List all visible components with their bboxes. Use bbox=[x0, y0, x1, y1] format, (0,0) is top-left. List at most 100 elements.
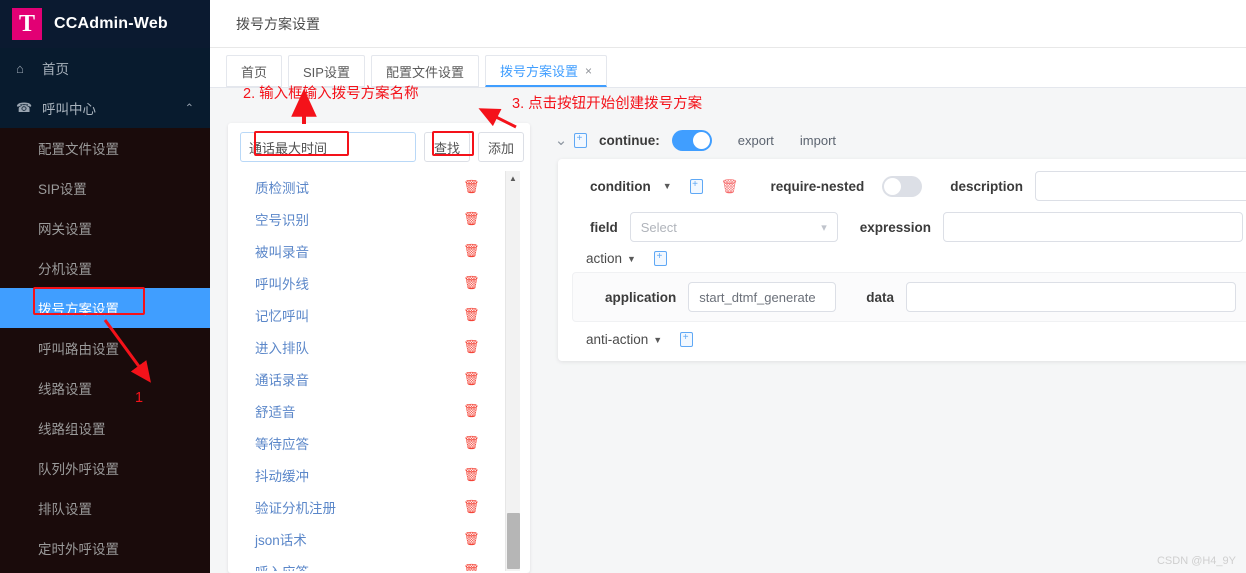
sidebar-item-home[interactable]: ⌂ 首页 bbox=[0, 48, 210, 88]
list-item[interactable]: 验证分机注册 🗑 bbox=[228, 491, 530, 523]
trash-icon[interactable]: 🗑 bbox=[463, 307, 480, 323]
sidebar-item-label: 线路组设置 bbox=[38, 422, 106, 437]
find-button[interactable]: 查找 bbox=[424, 132, 471, 162]
add-button[interactable]: 添加 bbox=[478, 132, 525, 162]
application-input[interactable] bbox=[688, 282, 837, 312]
chevron-up-icon: ⌃ bbox=[184, 102, 194, 115]
trash-icon[interactable]: 🗑 bbox=[463, 211, 480, 227]
condition-delete-icon[interactable]: 🗑 bbox=[721, 178, 739, 195]
sidebar-group-call-center[interactable]: ☎ 呼叫中心 ⌃ bbox=[0, 88, 210, 128]
trash-icon[interactable]: 🗑 bbox=[463, 499, 480, 515]
description-input[interactable] bbox=[1035, 171, 1246, 201]
list-item[interactable]: json话术 🗑 bbox=[228, 523, 530, 555]
dialplan-name[interactable]: 进入排队 bbox=[255, 337, 309, 357]
chevron-down-icon[interactable]: ⌄ bbox=[548, 131, 574, 149]
trash-icon[interactable]: 🗑 bbox=[463, 403, 480, 419]
sidebar-item-label: SIP设置 bbox=[38, 182, 87, 197]
close-icon[interactable]: × bbox=[585, 64, 592, 78]
dialplan-name[interactable]: 被叫录音 bbox=[255, 241, 309, 261]
trash-icon[interactable]: 🗑 bbox=[463, 467, 480, 483]
sidebar-item-label: 网关设置 bbox=[38, 222, 92, 237]
dialplan-name[interactable]: 记忆呼叫 bbox=[255, 305, 309, 325]
field-select[interactable]: Select ▾ bbox=[629, 212, 838, 242]
tab-label: 拨号方案设置 bbox=[500, 64, 579, 79]
sidebar-item-home-label: 首页 bbox=[42, 62, 69, 77]
list-item[interactable]: 舒适音 🗑 bbox=[228, 395, 530, 427]
sidebar-item-8[interactable]: 队列外呼设置 bbox=[0, 448, 210, 488]
dialplan-name[interactable]: 通话录音 bbox=[255, 369, 309, 389]
trash-icon[interactable]: 🗑 bbox=[463, 435, 480, 451]
dialplan-name-input[interactable] bbox=[240, 132, 416, 162]
list-item[interactable]: 进入排队 🗑 bbox=[228, 331, 530, 363]
action-card: application data in bbox=[572, 272, 1246, 322]
condition-add-icon[interactable] bbox=[689, 177, 703, 194]
trash-icon[interactable]: 🗑 bbox=[463, 563, 480, 571]
tab-label: SIP设置 bbox=[303, 64, 350, 80]
sidebar-item-label: 呼叫路由设置 bbox=[38, 342, 119, 357]
sidebar-item-10[interactable]: 定时外呼设置 bbox=[0, 528, 210, 568]
anti-action-label: anti-action bbox=[586, 332, 649, 347]
list-item[interactable]: 通话录音 🗑 bbox=[228, 363, 530, 395]
anti-action-add-icon[interactable] bbox=[680, 330, 694, 347]
import-button[interactable]: import bbox=[800, 133, 836, 148]
trash-icon[interactable]: 🗑 bbox=[463, 339, 480, 355]
data-input[interactable] bbox=[906, 282, 1237, 312]
sidebar-item-0[interactable]: 配置文件设置 bbox=[0, 128, 210, 168]
caret-down-icon[interactable]: ▼ bbox=[653, 335, 662, 345]
condition-field-row: field Select ▾ expression bbox=[558, 212, 1246, 242]
dialplan-name[interactable]: 抖动缓冲 bbox=[255, 465, 309, 485]
sidebar-item-9[interactable]: 排队设置 bbox=[0, 488, 210, 528]
expression-input[interactable] bbox=[943, 212, 1244, 242]
brand-title: CCAdmin-Web bbox=[54, 15, 168, 32]
caret-down-icon[interactable]: ▼ bbox=[663, 181, 672, 191]
sidebar-item-label: 线路设置 bbox=[38, 382, 92, 397]
add-doc-icon[interactable] bbox=[574, 131, 587, 148]
trash-icon[interactable]: 🗑 bbox=[463, 179, 480, 195]
trash-icon[interactable]: 🗑 bbox=[463, 243, 480, 259]
continue-label: continue: bbox=[599, 132, 660, 148]
dialplan-name[interactable]: json话术 bbox=[255, 529, 307, 549]
dialplan-name[interactable]: 呼叫外线 bbox=[255, 273, 309, 293]
list-item[interactable]: 等待应答 🗑 bbox=[228, 427, 530, 459]
list-item[interactable]: 空号识别 🗑 bbox=[228, 203, 530, 235]
sidebar-item-label: 定时外呼设置 bbox=[38, 542, 119, 557]
list-item[interactable]: 抖动缓冲 🗑 bbox=[228, 459, 530, 491]
continue-toggle[interactable] bbox=[671, 129, 712, 151]
dialplan-name[interactable]: 验证分机注册 bbox=[255, 497, 336, 517]
sidebar-item-5[interactable]: 呼叫路由设置 bbox=[0, 328, 210, 368]
caret-down-icon[interactable]: ▼ bbox=[627, 254, 636, 264]
sidebar-item-label: 排队设置 bbox=[38, 502, 92, 517]
trash-icon[interactable]: 🗑 bbox=[463, 531, 480, 547]
dialplan-list-panel: 查找 添加 质检测试🗑空号识别🗑被叫录音🗑呼叫外线🗑记忆呼叫🗑进入排队🗑通话录音… bbox=[228, 123, 530, 573]
dialplan-name[interactable]: 质检测试 bbox=[255, 177, 309, 197]
sidebar-item-1[interactable]: SIP设置 bbox=[0, 168, 210, 208]
tab-3[interactable]: 拨号方案设置 × bbox=[485, 55, 608, 87]
list-scrollbar[interactable]: ▲ bbox=[505, 171, 520, 571]
brand-logo-icon: T bbox=[12, 8, 42, 40]
list-item[interactable]: 呼入应答 🗑 bbox=[228, 555, 530, 571]
dialplan-name[interactable]: 舒适音 bbox=[255, 401, 296, 421]
list-item[interactable]: 质检测试 🗑 bbox=[228, 171, 530, 203]
sidebar-item-4[interactable]: 拨号方案设置 bbox=[0, 288, 210, 328]
trash-icon[interactable]: 🗑 bbox=[463, 371, 480, 387]
action-add-icon[interactable] bbox=[653, 249, 667, 266]
sidebar-nav-top: ⌂ 首页 ☎ 呼叫中心 ⌃ bbox=[0, 48, 210, 128]
sidebar-item-2[interactable]: 网关设置 bbox=[0, 208, 210, 248]
require-nested-toggle[interactable] bbox=[882, 175, 923, 197]
scrollbar-thumb[interactable] bbox=[507, 513, 520, 569]
list-item[interactable]: 被叫录音 🗑 bbox=[228, 235, 530, 267]
list-item[interactable]: 记忆呼叫 🗑 bbox=[228, 299, 530, 331]
brand-header: T CCAdmin-Web bbox=[0, 0, 210, 48]
scroll-up-arrow-icon[interactable]: ▲ bbox=[506, 171, 520, 185]
annotation-text-2: 2. 输入框输入拨号方案名称 bbox=[243, 86, 419, 102]
export-button[interactable]: export bbox=[738, 133, 774, 148]
list-item[interactable]: 呼叫外线 🗑 bbox=[228, 267, 530, 299]
sidebar-item-3[interactable]: 分机设置 bbox=[0, 248, 210, 288]
sidebar-item-7[interactable]: 线路组设置 bbox=[0, 408, 210, 448]
sidebar-item-6[interactable]: 线路设置 bbox=[0, 368, 210, 408]
chevron-down-icon: ▾ bbox=[821, 221, 827, 234]
dialplan-name[interactable]: 等待应答 bbox=[255, 433, 309, 453]
dialplan-name[interactable]: 呼入应答 bbox=[255, 561, 309, 571]
dialplan-name[interactable]: 空号识别 bbox=[255, 209, 309, 229]
trash-icon[interactable]: 🗑 bbox=[463, 275, 480, 291]
